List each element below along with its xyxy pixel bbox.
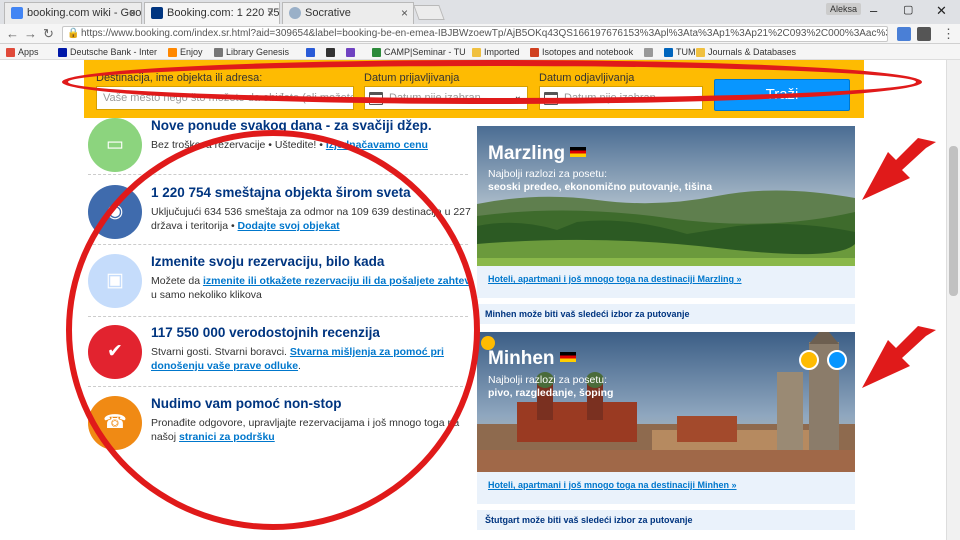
url-input[interactable]: 🔒 https://www.booking.com/index.sr.html?…	[62, 26, 888, 42]
bookmark-folder[interactable]: Imported	[472, 47, 520, 57]
lock-icon: 🔒	[67, 28, 80, 39]
bookmark-icon	[346, 48, 355, 57]
annotation-arrow-icon	[862, 138, 936, 200]
badge-blue-icon	[827, 350, 847, 370]
destination-card-marzling[interactable]: Marzling Najbolji razlozi za posetu: seo…	[477, 126, 855, 298]
extension-icon[interactable]	[917, 27, 931, 41]
bookmark-icon	[6, 48, 15, 57]
bookmark-icon	[372, 48, 381, 57]
close-window-button[interactable]: ✕	[936, 3, 947, 19]
bookmark-item[interactable]: Enjoy	[168, 47, 203, 57]
bookmark-icon	[58, 48, 67, 57]
bookmark-icon	[326, 48, 335, 57]
tab-title: booking.com wiki - Goo	[27, 7, 142, 19]
bookmark-item[interactable]: Library Genesis	[214, 47, 289, 57]
wallet-icon: ▭	[106, 134, 124, 155]
bookmark-icon	[664, 48, 673, 57]
google-favicon-icon	[11, 7, 23, 19]
next-suggestion-stutgart[interactable]: Štutgart može biti vaš sledeći izbor za …	[477, 510, 855, 530]
bookmark-item[interactable]: Isotopes and notebook	[530, 47, 633, 57]
tab-booking[interactable]: Booking.com: 1 220 754 ×	[144, 2, 280, 24]
minhen-hotels-link[interactable]: Hoteli, apartmani i još mnogo toga na de…	[488, 480, 737, 490]
tab-close-icon[interactable]: ×	[267, 6, 274, 20]
destination-intro: Najbolji razlozi za posetu:	[488, 168, 608, 180]
bookmark-item[interactable]: TUM	[664, 47, 696, 57]
reload-icon[interactable]: ↻	[43, 26, 54, 42]
page-scrollbar[interactable]	[946, 60, 960, 540]
badge-gold-icon	[799, 350, 819, 370]
tab-booking-wiki[interactable]: booking.com wiki - Goo ×	[4, 2, 142, 24]
bookmark-icon	[214, 48, 223, 57]
bookmarks-bar: Apps Deutsche Bank - Inter Enjoy Library…	[0, 44, 960, 60]
menu-dots-icon[interactable]: ⋮	[942, 26, 955, 42]
bookmark-item[interactable]: CAMP|Seminar - TU	[372, 47, 466, 57]
annotation-ellipse-searchbar	[62, 60, 922, 104]
destination-reasons: pivo, razgledanje, šoping	[488, 387, 614, 399]
bookmark-icon	[168, 48, 177, 57]
next-suggestion-minhen[interactable]: Minhen može biti vaš sledeći izbor za pu…	[477, 304, 855, 324]
folder-icon	[472, 48, 481, 57]
tab-close-icon[interactable]: ×	[129, 6, 136, 20]
folder-icon	[696, 48, 705, 57]
extension-icon[interactable]	[897, 27, 911, 41]
annotation-ellipse-features	[66, 130, 480, 530]
forward-arrow-icon[interactable]: →	[24, 26, 37, 41]
germany-flag-icon	[559, 352, 576, 362]
tab-socrative[interactable]: Socrative ×	[282, 2, 414, 24]
address-toolbar: ← → ↻ 🔒 https://www.booking.com/index.sr…	[0, 24, 960, 44]
scrollbar-thumb[interactable]	[949, 146, 958, 296]
destination-name: Minhen	[488, 348, 576, 370]
destination-name: Marzling	[488, 143, 587, 165]
tab-title: Booking.com: 1 220 754	[167, 7, 280, 19]
back-arrow-icon[interactable]: ←	[6, 26, 19, 41]
bookmark-icon	[530, 48, 539, 57]
bookmark-item[interactable]: Deutsche Bank - Inter	[58, 47, 157, 57]
destination-reasons: seoski predeo, ekonomično putovanje, tiš…	[488, 181, 713, 193]
germany-flag-icon	[570, 147, 587, 157]
maximize-button[interactable]: ▢	[903, 3, 913, 16]
booking-favicon-icon	[151, 7, 163, 19]
url-text: https://www.booking.com/index.sr.html?ai…	[81, 28, 888, 39]
tab-title: Socrative	[305, 7, 351, 19]
destination-intro: Najbolji razlozi za posetu:	[488, 374, 608, 386]
socrative-favicon-icon	[289, 7, 301, 19]
browser-tab-strip: booking.com wiki - Goo × Booking.com: 1 …	[0, 0, 960, 24]
tab-close-icon[interactable]: ×	[401, 6, 408, 20]
new-tab-button[interactable]	[413, 5, 445, 20]
destination-card-minhen[interactable]: Minhen Najbolji razlozi za posetu: pivo,…	[477, 332, 855, 504]
annotation-arrow-icon	[862, 326, 936, 388]
bookmark-folder[interactable]: Journals & Databases	[696, 47, 796, 57]
marzling-hotels-link[interactable]: Hoteli, apartmani i još mnogo toga na de…	[488, 274, 742, 284]
bookmark-item[interactable]: Apps	[6, 47, 39, 57]
booking-page: Destinacija, ime objekta ili adresa: Vaš…	[0, 60, 960, 540]
bookmark-icon	[306, 48, 315, 57]
bookmark-icon	[644, 48, 653, 57]
user-profile-badge[interactable]: Aleksa	[826, 3, 862, 15]
minimize-button[interactable]: –	[870, 3, 877, 18]
